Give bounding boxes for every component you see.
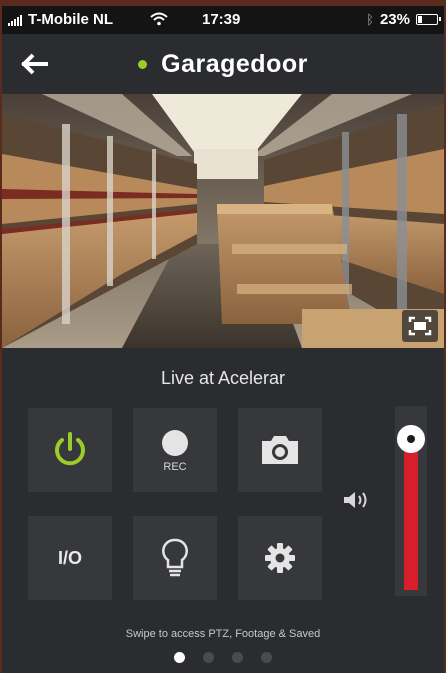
io-button[interactable]: I/O bbox=[28, 516, 112, 600]
volume-level bbox=[404, 439, 418, 590]
carrier-label: T-Mobile NL bbox=[28, 11, 113, 28]
gear-icon bbox=[265, 543, 295, 573]
power-button[interactable] bbox=[28, 408, 112, 492]
power-icon bbox=[55, 432, 85, 466]
bluetooth-icon: ᛒ bbox=[366, 12, 374, 27]
back-arrow-icon bbox=[21, 53, 48, 75]
camera-feed[interactable] bbox=[2, 94, 444, 348]
warehouse-image bbox=[2, 94, 444, 348]
live-caption: Live at Acelerar bbox=[160, 368, 286, 388]
online-status-dot bbox=[138, 59, 148, 69]
page-dot[interactable] bbox=[203, 652, 214, 663]
page-dot[interactable] bbox=[261, 652, 272, 663]
io-label: I/O bbox=[57, 547, 82, 568]
page-dot[interactable] bbox=[232, 652, 243, 663]
signal-icon bbox=[8, 14, 22, 26]
clock: 17:39 bbox=[202, 11, 241, 28]
back-button[interactable] bbox=[20, 50, 54, 78]
speaker-icon bbox=[344, 492, 367, 508]
record-icon bbox=[162, 429, 188, 456]
snapshot-button[interactable] bbox=[238, 408, 322, 492]
record-button[interactable]: REC bbox=[133, 408, 217, 492]
settings-button[interactable] bbox=[238, 516, 322, 600]
lightbulb-icon bbox=[162, 538, 188, 577]
app-screen: T-Mobile NL 17:39 ᛒ 23% Garagedoor Live … bbox=[2, 6, 444, 673]
page-title: Garagedoor bbox=[161, 49, 308, 78]
swipe-hint: Swipe to access PTZ, Footage & Saved bbox=[125, 628, 321, 640]
control-panel: Live at Acelerar REC I/O Swipe to access… bbox=[2, 348, 444, 673]
nav-header: Garagedoor bbox=[2, 34, 444, 94]
battery-icon bbox=[416, 14, 441, 25]
volume-slider[interactable] bbox=[395, 406, 427, 596]
volume-handle[interactable] bbox=[397, 425, 425, 453]
fullscreen-icon bbox=[408, 316, 432, 336]
light-button[interactable] bbox=[133, 516, 217, 600]
battery-percent: 23% bbox=[379, 11, 410, 28]
status-bar: T-Mobile NL 17:39 ᛒ 23% bbox=[2, 6, 444, 34]
record-label: REC bbox=[163, 460, 187, 473]
camera-icon bbox=[262, 436, 298, 464]
fullscreen-button[interactable] bbox=[402, 310, 438, 342]
page-indicator bbox=[2, 652, 444, 663]
wifi-icon bbox=[150, 12, 168, 26]
page-dot[interactable] bbox=[174, 652, 185, 663]
